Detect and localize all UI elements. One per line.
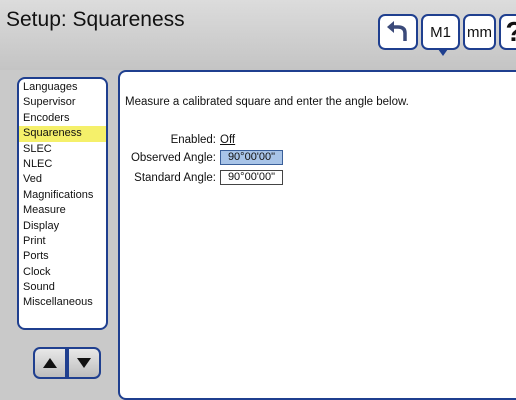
enabled-label: Enabled: xyxy=(170,134,216,146)
sidebar-item-measure[interactable]: Measure xyxy=(19,203,106,218)
sidebar-item-magnifications[interactable]: Magnifications xyxy=(19,188,106,203)
standard-angle-row: Standard Angle: 90°00'00" xyxy=(118,170,283,185)
scroll-up-button[interactable] xyxy=(33,347,67,379)
sidebar-item-display[interactable]: Display xyxy=(19,219,106,234)
sidebar-item-slec[interactable]: SLEC xyxy=(19,142,106,157)
title-bar: Setup: Squareness M1 mm ? xyxy=(0,0,516,70)
units-button[interactable]: mm xyxy=(463,14,496,50)
enabled-row: Enabled: Off xyxy=(118,134,236,146)
enabled-toggle[interactable]: Off xyxy=(220,134,235,146)
observed-angle-field[interactable]: 90°00'00" xyxy=(220,150,283,165)
sidebar-item-nlec[interactable]: NLEC xyxy=(19,157,106,172)
sidebar-item-encoders[interactable]: Encoders xyxy=(19,111,106,126)
sidebar-item-ved[interactable]: Ved xyxy=(19,172,106,187)
standard-angle-field[interactable]: 90°00'00" xyxy=(220,170,283,185)
sidebar-item-languages[interactable]: Languages xyxy=(19,80,106,95)
sidebar-item-miscellaneous[interactable]: Miscellaneous xyxy=(19,295,106,310)
sidebar-item-clock[interactable]: Clock xyxy=(19,265,106,280)
undo-arrow-icon xyxy=(387,21,407,41)
sidebar-item-ports[interactable]: Ports xyxy=(19,249,106,264)
undo-button[interactable] xyxy=(378,14,418,50)
triangle-up-icon xyxy=(43,358,57,368)
m1-button[interactable]: M1 xyxy=(421,14,460,56)
sidebar-item-print[interactable]: Print xyxy=(19,234,106,249)
sidebar-item-supervisor[interactable]: Supervisor xyxy=(19,95,106,110)
standard-angle-label: Standard Angle: xyxy=(134,171,216,184)
instruction-text: Measure a calibrated square and enter th… xyxy=(125,96,409,108)
triangle-down-icon xyxy=(77,358,91,368)
sidebar-item-squareness[interactable]: Squareness xyxy=(19,126,106,142)
page-title: Setup: Squareness xyxy=(6,8,185,31)
help-button[interactable]: ? xyxy=(499,14,516,50)
observed-angle-label: Observed Angle: xyxy=(130,151,216,164)
observed-angle-row: Observed Angle: 90°00'00" xyxy=(118,150,283,165)
sidebar-item-sound[interactable]: Sound xyxy=(19,280,106,295)
scroll-down-button[interactable] xyxy=(67,347,101,379)
main-panel xyxy=(118,70,516,400)
sidebar-menu: Languages Supervisor Encoders Squareness… xyxy=(17,77,108,330)
